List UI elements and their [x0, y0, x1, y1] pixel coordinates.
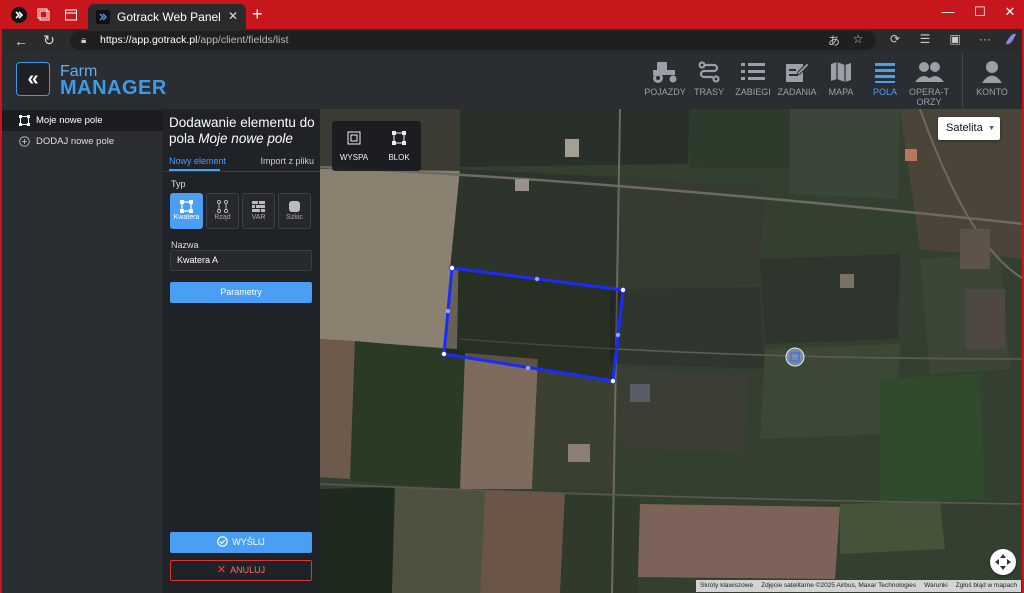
new-tab-button[interactable]: + — [252, 4, 263, 25]
collections-icon[interactable] — [33, 5, 55, 25]
tab-strip: Gotrack Web Panel ✕ + — ☐ ✕ — [2, 0, 1022, 29]
fields-sidebar: Moje nowe pole DODAJ nowe pole — [2, 109, 163, 593]
map-type-select[interactable]: Satelita ▼ — [938, 117, 1000, 140]
sketch-square-icon — [279, 199, 310, 214]
tab-actions-icon[interactable] — [60, 5, 82, 25]
plus-circle-icon — [18, 136, 30, 148]
browser-essentials-icon[interactable]: ▣ — [946, 32, 964, 46]
task-edit-icon — [775, 57, 819, 87]
tractor-icon — [643, 57, 687, 87]
reload-button[interactable]: ↻ — [38, 31, 60, 50]
parameters-button[interactable]: Parametry — [170, 282, 312, 303]
operators-icon — [907, 57, 951, 87]
address-toolbar: ← ↻ 🔒︎ https://app.gotrack.pl/app/client… — [2, 29, 1022, 52]
map-icon — [819, 57, 863, 87]
profile-icon[interactable] — [8, 5, 30, 25]
block-tool-button[interactable]: BLOK — [377, 121, 421, 171]
caret-down-icon: ▼ — [988, 125, 995, 132]
type-label: Typ — [171, 179, 186, 189]
report-error-link[interactable]: Zgłoś błąd w mapach — [952, 580, 1021, 592]
nav-trasy[interactable]: TRASY — [687, 57, 731, 97]
extensions-icon[interactable]: ⟳ — [886, 32, 904, 46]
more-menu-icon[interactable]: ··· — [976, 32, 994, 46]
tab-import-z-pliku[interactable]: Import z pliku — [260, 156, 314, 166]
crosshair-arrows-icon — [995, 554, 1011, 570]
minimize-button[interactable]: — — [933, 4, 963, 19]
island-icon — [347, 131, 361, 145]
close-x-icon: ✕ — [216, 564, 227, 576]
panel-title-field-name: Moje nowe pole — [198, 131, 293, 146]
keyboard-shortcuts-link[interactable]: Skróty klawiszowe — [696, 580, 757, 592]
panel-tabs: Nowy element Import z pliku — [163, 154, 320, 172]
type-rzad-button[interactable]: Rząd — [206, 193, 239, 229]
close-window-button[interactable]: ✕ — [995, 4, 1022, 20]
type-szkic-button[interactable]: Szkic — [278, 193, 311, 229]
header-divider — [962, 52, 963, 109]
name-input[interactable]: Kwatera A — [170, 250, 312, 271]
quarter-polygon-icon — [171, 199, 202, 214]
nav-zadania[interactable]: ZADANIA — [775, 57, 819, 97]
nav-konto[interactable]: KONTO — [970, 57, 1014, 97]
sidebar-item-dodaj-nowe-pole[interactable]: DODAJ nowe pole — [2, 131, 163, 152]
close-tab-icon[interactable]: ✕ — [228, 9, 238, 23]
map-attribution: Skróty klawiszowe Zdjęcie satelitarne ©2… — [696, 580, 1022, 592]
read-aloud-icon[interactable]: あ — [825, 32, 843, 49]
nav-pojazdy[interactable]: POJAZDY — [643, 57, 687, 97]
satellite-imagery — [320, 109, 1022, 593]
maximize-button[interactable]: ☐ — [965, 4, 995, 20]
active-tab-underline — [169, 169, 220, 171]
var-grid-icon — [243, 199, 274, 214]
logo-manager-text: MANAGER — [60, 77, 167, 99]
block-icon — [392, 131, 406, 145]
copilot-icon[interactable] — [1002, 32, 1020, 49]
back-button[interactable]: ← — [10, 31, 32, 50]
app-header: « Farm MANAGER POJAZDY TRASY ZABIEGI ZAD… — [2, 52, 1022, 109]
nav-zabiegi[interactable]: ZABIEGI — [731, 57, 775, 97]
url-host: https://app.gotrack.pl — [100, 34, 198, 46]
favorite-star-icon[interactable]: ☆ — [849, 32, 867, 46]
tab-title: Gotrack Web Panel — [117, 9, 221, 24]
row-icon — [207, 199, 238, 214]
polygon-icon — [18, 115, 30, 127]
nav-pola[interactable]: POLA — [863, 57, 907, 97]
nav-operatorzy[interactable]: OPERA-TORZY — [907, 57, 951, 107]
browser-window: Gotrack Web Panel ✕ + — ☐ ✕ ← ↻ 🔒︎ https… — [0, 0, 1024, 593]
logo-chevron-icon: « — [16, 62, 50, 96]
type-kwatera-button[interactable]: Kwatera — [170, 193, 203, 229]
panel-title: Dodawanie elementu do pola Moje nowe pol… — [169, 115, 315, 146]
check-circle-icon — [217, 534, 229, 555]
name-label: Nazwa — [171, 240, 199, 250]
sidebar-item-moje-nowe-pole[interactable]: Moje nowe pole — [2, 110, 163, 131]
url-bar[interactable]: 🔒︎ https://app.gotrack.pl/app/client/fie… — [70, 31, 876, 50]
terms-link[interactable]: Warunki — [920, 580, 952, 592]
lock-icon: 🔒︎ — [81, 35, 87, 46]
nav-mapa[interactable]: MAPA — [819, 57, 863, 97]
user-icon — [970, 57, 1014, 87]
list-icon — [731, 57, 775, 87]
add-element-panel: Dodawanie elementu do pola Moje nowe pol… — [163, 109, 320, 593]
browser-tab[interactable]: Gotrack Web Panel ✕ — [88, 4, 246, 29]
type-var-button[interactable]: VAR — [242, 193, 275, 229]
imagery-credit: Zdjęcie satelitarne ©2025 Airbus, Maxar … — [761, 582, 917, 589]
url-path: /app/client/fields/list — [197, 34, 289, 46]
route-icon — [687, 57, 731, 87]
fields-icon — [863, 57, 907, 87]
map-drawing-tools: WYSPA BLOK — [332, 121, 421, 171]
recenter-button[interactable] — [990, 549, 1016, 575]
gotrack-favicon-icon — [96, 9, 110, 24]
send-button[interactable]: WYŚLIJ — [170, 532, 312, 553]
tab-nowy-element[interactable]: Nowy element — [169, 156, 226, 166]
satellite-map[interactable]: WYSPA BLOK Satelita ▼ Skróty klawiszowe … — [320, 109, 1022, 593]
island-tool-button[interactable]: WYSPA — [332, 121, 376, 171]
cancel-button[interactable]: ✕ ANULUJ — [170, 560, 312, 581]
farm-manager-logo[interactable]: « Farm MANAGER — [16, 62, 166, 102]
favorites-icon[interactable]: ☰ — [916, 32, 934, 46]
